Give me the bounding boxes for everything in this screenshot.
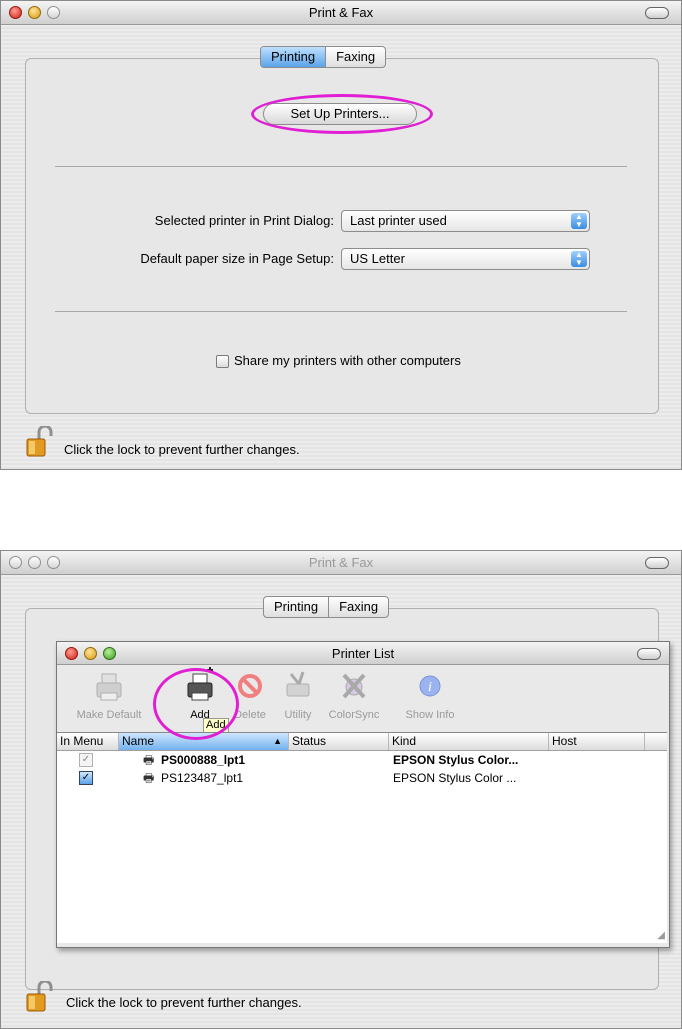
printer-list-titlebar[interactable]: Printer List xyxy=(57,642,669,665)
printer-list-title: Printer List xyxy=(331,646,395,661)
svg-text:i: i xyxy=(428,680,432,695)
share-printers-label[interactable]: Share my printers with other computers xyxy=(234,353,461,368)
toolbar-toggle-button[interactable] xyxy=(645,557,669,569)
paper-size-popup[interactable]: US Letter ▲ ▼ xyxy=(341,248,590,270)
add-toolbar-item[interactable]: Add xyxy=(175,666,225,721)
printer-table: In Menu Name ▲ Status Kind Host ✓ 🖶 PS00… xyxy=(57,732,667,943)
popup-arrows-icon: ▲ ▼ xyxy=(571,213,587,229)
tab-faxing[interactable]: Faxing xyxy=(328,597,388,617)
colorsync-label: ColorSync xyxy=(328,709,380,721)
window-title: Print & Fax xyxy=(308,555,374,570)
lock-icon[interactable] xyxy=(25,426,55,458)
add-printer-icon xyxy=(187,667,213,701)
toolbar-toggle-button[interactable] xyxy=(645,7,669,19)
tab-control: Printing Faxing xyxy=(260,46,387,68)
colorsync-toolbar-item[interactable]: ColorSync xyxy=(323,666,385,721)
in-menu-checkbox[interactable]: ✓ xyxy=(79,771,93,785)
selected-printer-value: Last printer used xyxy=(350,213,447,228)
column-host[interactable]: Host xyxy=(549,733,645,750)
table-header: In Menu Name ▲ Status Kind Host xyxy=(57,733,667,751)
lock-icon[interactable] xyxy=(25,981,55,1013)
tab-printing[interactable]: Printing xyxy=(264,597,328,617)
paper-size-value: US Letter xyxy=(350,251,405,266)
window-titlebar[interactable]: Print & Fax xyxy=(1,1,681,25)
show-info-toolbar-item[interactable]: i Show Info xyxy=(397,666,463,721)
printer-name: PS000888_lpt1 xyxy=(161,753,246,767)
make-default-toolbar-item[interactable]: Make Default xyxy=(67,666,151,721)
table-row[interactable]: ✓ 🖶 PS000888_lpt1 EPSON Stylus Color... xyxy=(57,752,667,769)
printer-icon: 🖶 xyxy=(143,753,155,767)
window-titlebar[interactable]: Print & Fax xyxy=(1,551,681,575)
selected-printer-label: Selected printer in Print Dialog: xyxy=(154,213,334,228)
column-status[interactable]: Status xyxy=(289,733,389,750)
column-name[interactable]: Name ▲ xyxy=(119,733,289,750)
printer-kind: EPSON Stylus Color... xyxy=(393,753,519,767)
paper-size-label: Default paper size in Page Setup: xyxy=(140,251,334,266)
printer-icon: 🖶 xyxy=(143,771,155,785)
show-info-label: Show Info xyxy=(405,709,455,721)
share-printers-checkbox[interactable] xyxy=(216,355,229,368)
column-in-menu[interactable]: In Menu xyxy=(57,733,119,750)
add-tooltip: Add xyxy=(203,718,229,733)
table-row[interactable]: ✓ 🖶 PS123487_lpt1 EPSON Stylus Color ... xyxy=(57,770,667,787)
popup-arrows-icon: ▲ ▼ xyxy=(571,251,587,267)
utility-icon xyxy=(286,671,310,697)
print-fax-window-2: Print & Fax Printing Faxing Printer List… xyxy=(0,550,682,1029)
info-icon: i xyxy=(419,675,441,697)
resize-grip-icon[interactable]: ◢ xyxy=(657,930,665,941)
in-menu-checkbox[interactable]: ✓ xyxy=(79,753,93,767)
toolbar-toggle-button[interactable] xyxy=(637,648,661,660)
divider xyxy=(55,166,627,167)
tab-faxing[interactable]: Faxing xyxy=(325,47,385,67)
utility-label: Utility xyxy=(284,709,312,721)
window-title: Print & Fax xyxy=(308,5,374,20)
column-name-label: Name xyxy=(122,734,155,748)
make-default-label: Make Default xyxy=(76,709,142,721)
selected-printer-popup[interactable]: Last printer used ▲ ▼ xyxy=(341,210,590,232)
delete-label: Delete xyxy=(234,709,266,721)
sort-ascending-icon: ▲ xyxy=(273,736,282,746)
printer-kind: EPSON Stylus Color ... xyxy=(393,771,517,785)
divider xyxy=(55,311,627,312)
tab-printing[interactable]: Printing xyxy=(261,47,326,67)
printer-icon xyxy=(96,673,122,701)
printer-list-window: Printer List Make Default Add Delete Uti… xyxy=(56,641,670,948)
column-kind[interactable]: Kind xyxy=(389,733,549,750)
colorsync-icon xyxy=(342,673,366,699)
delete-icon xyxy=(238,674,262,698)
print-fax-window-1: Print & Fax Printing Faxing Set Up Print… xyxy=(0,0,682,470)
lock-text: Click the lock to prevent further change… xyxy=(64,442,300,457)
printer-name: PS123487_lpt1 xyxy=(161,771,244,785)
delete-toolbar-item[interactable]: Delete xyxy=(227,666,273,721)
tab-control: Printing Faxing xyxy=(263,596,390,618)
lock-text: Click the lock to prevent further change… xyxy=(66,995,302,1010)
set-up-printers-button[interactable]: Set Up Printers... xyxy=(263,103,417,125)
printer-list-toolbar: Make Default Add Delete Utility ColorSyn… xyxy=(57,666,667,733)
utility-toolbar-item[interactable]: Utility xyxy=(275,666,321,721)
